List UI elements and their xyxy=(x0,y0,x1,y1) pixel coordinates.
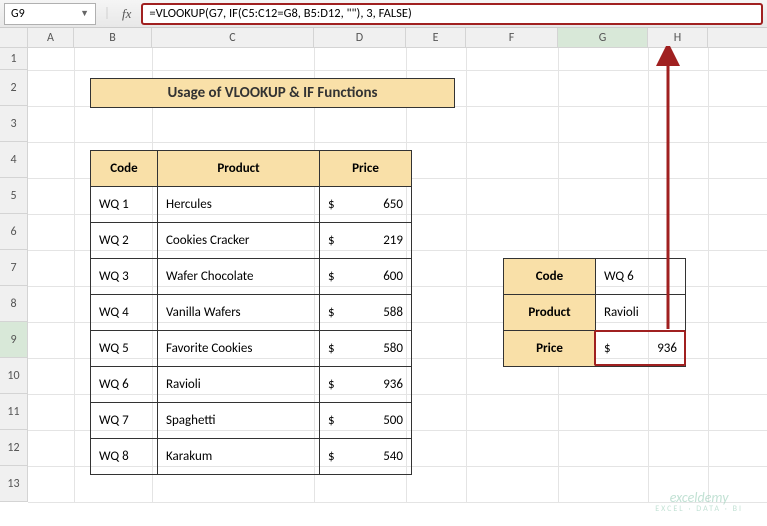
table-row: WQ 8 Karakum $540 xyxy=(91,439,412,475)
column-header-B[interactable]: B xyxy=(74,28,152,47)
cell-product[interactable]: Vanilla Wafers xyxy=(158,295,320,331)
currency-symbol: $ xyxy=(604,341,611,356)
table-body: WQ 1 Hercules $650 WQ 2 Cookies Cracker … xyxy=(91,187,412,475)
lookup-product-value[interactable]: Ravioli xyxy=(596,295,686,331)
cell-product[interactable]: Hercules xyxy=(158,187,320,223)
lookup-price-row: Price $936 xyxy=(504,331,686,367)
data-table: Code Product Price WQ 1 Hercules $650 WQ… xyxy=(90,150,412,475)
column-header-G[interactable]: G xyxy=(558,28,648,47)
name-box-value: G9 xyxy=(11,7,25,21)
currency-symbol: $ xyxy=(328,269,335,284)
cell-product[interactable]: Spaghetti xyxy=(158,403,320,439)
cell-price[interactable]: $580 xyxy=(320,331,412,367)
lookup-price-number: 936 xyxy=(657,341,677,356)
header-price[interactable]: Price xyxy=(320,151,412,187)
row-header-1[interactable]: 1 xyxy=(0,48,28,70)
cell-code[interactable]: WQ 6 xyxy=(91,367,158,403)
lookup-code-label[interactable]: Code xyxy=(504,259,596,295)
table-row: WQ 6 Ravioli $936 xyxy=(91,367,412,403)
cell-price[interactable]: $219 xyxy=(320,223,412,259)
currency-symbol: $ xyxy=(328,341,335,356)
row-header-11[interactable]: 11 xyxy=(0,394,28,430)
cell-code[interactable]: WQ 2 xyxy=(91,223,158,259)
formula-bar[interactable]: =VLOOKUP(G7, IF(C5:C12=G8, B5:D12, ""), … xyxy=(141,3,763,25)
table-row: WQ 3 Wafer Chocolate $600 xyxy=(91,259,412,295)
table-row: WQ 2 Cookies Cracker $219 xyxy=(91,223,412,259)
column-headers: ABCDEFGH xyxy=(0,28,767,48)
cell-product[interactable]: Wafer Chocolate xyxy=(158,259,320,295)
name-box[interactable]: G9 ▼ xyxy=(4,3,96,25)
row-header-12[interactable]: 12 xyxy=(0,430,28,466)
column-header-F[interactable]: F xyxy=(466,28,558,47)
row-headers: 12345678910111213 xyxy=(0,48,28,502)
currency-symbol: $ xyxy=(328,305,335,320)
column-header-D[interactable]: D xyxy=(314,28,406,47)
table-header-row: Code Product Price xyxy=(91,151,412,187)
fx-icon[interactable]: fx xyxy=(118,6,135,22)
cell-code[interactable]: WQ 3 xyxy=(91,259,158,295)
column-header-E[interactable]: E xyxy=(406,28,466,47)
cell-product[interactable]: Ravioli xyxy=(158,367,320,403)
cell-code[interactable]: WQ 5 xyxy=(91,331,158,367)
cell-product[interactable]: Favorite Cookies xyxy=(158,331,320,367)
cell-price[interactable]: $588 xyxy=(320,295,412,331)
column-header-H[interactable]: H xyxy=(648,28,708,47)
lookup-code-row: Code WQ 6 xyxy=(504,259,686,295)
lookup-product-row: Product Ravioli xyxy=(504,295,686,331)
row-header-8[interactable]: 8 xyxy=(0,286,28,322)
row-header-13[interactable]: 13 xyxy=(0,466,28,502)
chevron-down-icon[interactable]: ▼ xyxy=(80,8,89,19)
column-header-A[interactable]: A xyxy=(28,28,74,47)
row-header-10[interactable]: 10 xyxy=(0,358,28,394)
cell-product[interactable]: Cookies Cracker xyxy=(158,223,320,259)
separator: | xyxy=(102,6,112,21)
row-header-3[interactable]: 3 xyxy=(0,106,28,142)
table-row: WQ 7 Spaghetti $500 xyxy=(91,403,412,439)
cell-code[interactable]: WQ 7 xyxy=(91,403,158,439)
cell-code[interactable]: WQ 8 xyxy=(91,439,158,475)
cell-code[interactable]: WQ 1 xyxy=(91,187,158,223)
formula-text: =VLOOKUP(G7, IF(C5:C12=G8, B5:D12, ""), … xyxy=(149,6,411,21)
cell-product[interactable]: Karakum xyxy=(158,439,320,475)
lookup-price-value[interactable]: $936 xyxy=(596,331,686,367)
currency-symbol: $ xyxy=(328,413,335,428)
column-header-C[interactable]: C xyxy=(152,28,314,47)
cell-price[interactable]: $650 xyxy=(320,187,412,223)
cell-price[interactable]: $540 xyxy=(320,439,412,475)
row-header-7[interactable]: 7 xyxy=(0,250,28,286)
currency-symbol: $ xyxy=(328,233,335,248)
row-header-6[interactable]: 6 xyxy=(0,214,28,250)
lookup-code-value[interactable]: WQ 6 xyxy=(596,259,686,295)
cell-price[interactable]: $500 xyxy=(320,403,412,439)
select-all-corner[interactable] xyxy=(0,28,28,47)
cell-price[interactable]: $936 xyxy=(320,367,412,403)
row-header-5[interactable]: 5 xyxy=(0,178,28,214)
table-row: WQ 1 Hercules $650 xyxy=(91,187,412,223)
cells-area[interactable]: Usage of VLOOKUP & IF Functions Code Pro… xyxy=(28,48,767,502)
watermark-main: exceldemy xyxy=(655,490,743,505)
toolbar: G9 ▼ | fx =VLOOKUP(G7, IF(C5:C12=G8, B5:… xyxy=(0,0,767,28)
row-header-9[interactable]: 9 xyxy=(0,322,28,358)
lookup-product-label[interactable]: Product xyxy=(504,295,596,331)
header-product[interactable]: Product xyxy=(158,151,320,187)
row-header-2[interactable]: 2 xyxy=(0,70,28,106)
currency-symbol: $ xyxy=(328,377,335,392)
title-text: Usage of VLOOKUP & IF Functions xyxy=(167,84,377,102)
currency-symbol: $ xyxy=(328,197,335,212)
cell-price[interactable]: $600 xyxy=(320,259,412,295)
lookup-table: Code WQ 6 Product Ravioli Price $936 xyxy=(503,258,686,367)
table-row: WQ 5 Favorite Cookies $580 xyxy=(91,331,412,367)
watermark: exceldemy EXCEL · DATA · BI xyxy=(655,490,743,514)
lookup-price-label[interactable]: Price xyxy=(504,331,596,367)
table-row: WQ 4 Vanilla Wafers $588 xyxy=(91,295,412,331)
watermark-sub: EXCEL · DATA · BI xyxy=(655,505,743,514)
title-banner: Usage of VLOOKUP & IF Functions xyxy=(90,78,455,108)
currency-symbol: $ xyxy=(328,449,335,464)
header-code[interactable]: Code xyxy=(91,151,158,187)
cell-code[interactable]: WQ 4 xyxy=(91,295,158,331)
row-header-4[interactable]: 4 xyxy=(0,142,28,178)
